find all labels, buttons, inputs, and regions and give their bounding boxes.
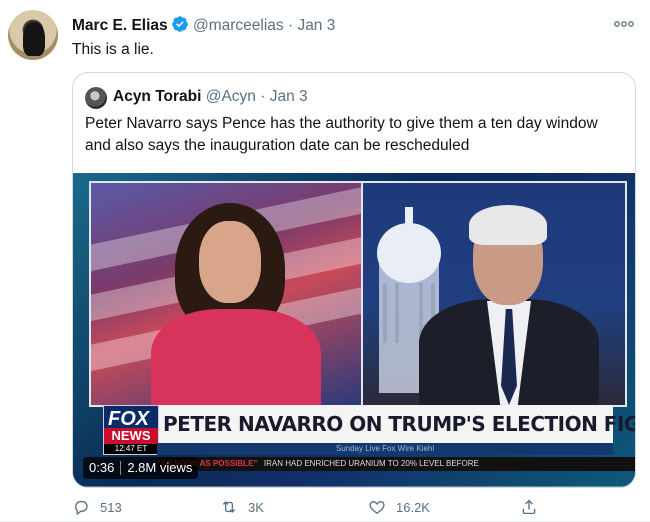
broadcast-clock: 12:47 ET: [104, 444, 158, 454]
quoted-author-name[interactable]: Acyn Torabi: [113, 88, 201, 105]
share-icon: [522, 499, 536, 515]
quoted-tweet-date[interactable]: Jan 3: [270, 88, 308, 105]
quoted-author-handle[interactable]: @Acyn: [206, 88, 256, 105]
more-icon[interactable]: [614, 16, 634, 27]
tweet[interactable]: Marc E. Elias @marceelias · Jan 3 This i…: [0, 0, 650, 522]
retweet-icon: [222, 501, 236, 513]
ticker-story: IRAN HAD ENRICHED URANIUM TO 20% LEVEL B…: [263, 459, 479, 468]
video-stats-badge: 0:36 2.8M views: [83, 457, 199, 479]
like-icon: [369, 500, 385, 514]
fox-logo-bottom: NEWS: [104, 428, 158, 444]
share-button[interactable]: [520, 498, 548, 516]
video-subline: Sunday Live Fox Wire Kiehl: [157, 443, 613, 455]
tweet-actions: 513 3K 16.2K: [72, 498, 572, 522]
quoted-tweet[interactable]: Acyn Torabi @Acyn · Jan 3 Peter Navarro …: [72, 72, 636, 488]
tweet-date[interactable]: Jan 3: [297, 17, 335, 34]
fox-logo-top: FOX: [108, 408, 150, 430]
video-ticker: "AS SOON AS POSSIBLE" IRAN HAD ENRICHED …: [157, 457, 635, 471]
reply-count: 513: [100, 499, 122, 515]
video-views: 2.8M views: [127, 460, 193, 475]
tweet-header: Marc E. Elias @marceelias · Jan 3: [72, 15, 335, 39]
video-host-panel: [89, 181, 363, 407]
video-guest-panel: [361, 181, 627, 407]
author-name[interactable]: Marc E. Elias: [72, 17, 168, 34]
reply-icon: [75, 500, 88, 516]
quoted-dot-separator: ·: [260, 88, 266, 105]
fox-news-logo: FOX NEWS 12:47 ET: [103, 405, 159, 455]
retweet-button[interactable]: 3K: [220, 498, 264, 516]
video-progress-bar[interactable]: [73, 486, 635, 487]
dot-separator: ·: [287, 17, 294, 34]
quoted-author-avatar[interactable]: [85, 87, 107, 109]
retweet-count: 3K: [248, 499, 264, 515]
quoted-tweet-text: Peter Navarro says Pence has the authori…: [85, 115, 598, 154]
video-duration: 0:36: [89, 460, 115, 475]
video-headline: PETER NAVARRO ON TRUMP'S ELECTION FIGHT: [163, 412, 635, 436]
verified-badge-icon: [171, 15, 189, 39]
like-button[interactable]: 16.2K: [368, 498, 430, 516]
like-count: 16.2K: [396, 499, 430, 515]
video-player[interactable]: PETER NAVARRO ON TRUMP'S ELECTION FIGHT …: [73, 173, 635, 487]
tweet-text: This is a lie.: [72, 41, 154, 58]
reply-button[interactable]: 513: [72, 498, 122, 516]
author-avatar[interactable]: [8, 10, 58, 60]
author-handle[interactable]: @marceelias: [193, 17, 284, 34]
quoted-tweet-header: Acyn Torabi @Acyn · Jan 3: [113, 87, 308, 107]
